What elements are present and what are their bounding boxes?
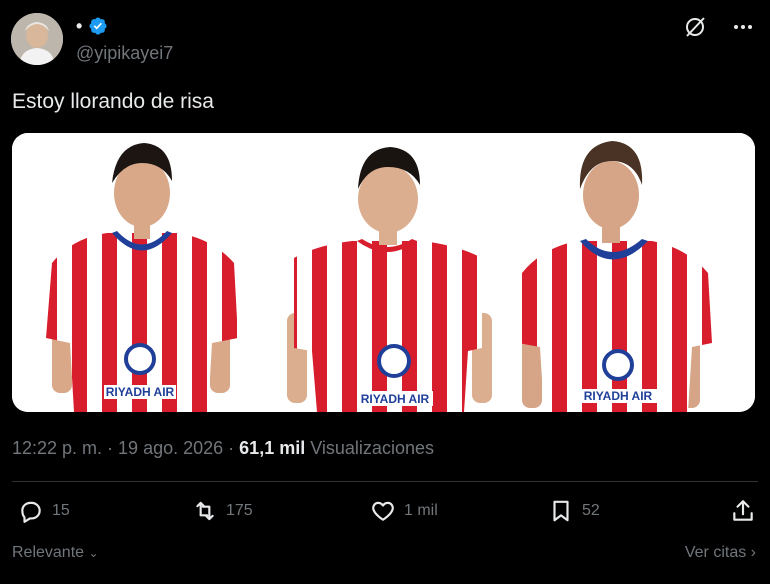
avatar-photo: [11, 13, 63, 65]
views-count: 61,1 mil: [239, 438, 306, 458]
chevron-down-icon: ⌄: [88, 546, 99, 560]
jersey-sponsor-text: RIYADH AIR: [584, 389, 653, 403]
reply-count: 15: [52, 502, 70, 519]
tweet-media-image[interactable]: RIYADH AIR RIYADH AIR RIYADH AIR: [12, 133, 755, 412]
author-display-name[interactable]: •: [76, 17, 82, 35]
action-bar: 15 175 1 mil 52: [12, 498, 756, 532]
repost-button[interactable]: 175: [192, 498, 253, 524]
chevron-right-icon: ›: [750, 544, 756, 561]
tweet-text: Estoy llorando de risa: [12, 90, 214, 113]
header-actions: [682, 14, 756, 40]
jersey-sponsor-text: RIYADH AIR: [106, 385, 175, 399]
grok-icon[interactable]: [682, 14, 708, 40]
author-name-row[interactable]: •: [76, 16, 108, 36]
bookmark-button[interactable]: 52: [548, 498, 600, 524]
reply-icon: [21, 501, 41, 523]
bookmark-icon: [553, 500, 569, 522]
sort-label: Relevante: [12, 544, 85, 561]
photo-three-football-players: RIYADH AIR RIYADH AIR RIYADH AIR: [12, 133, 755, 412]
verified-badge-icon: [89, 17, 107, 35]
view-quotes-label: Ver citas: [684, 544, 747, 561]
replies-footer: Relevante ⌄ Ver citas ›: [12, 544, 756, 568]
share-icon: [733, 500, 753, 521]
view-quotes-link[interactable]: Ver citas ›: [685, 544, 756, 562]
timestamp[interactable]: 12:22 p. m. · 19 ago. 2026 ·: [12, 438, 234, 458]
avatar[interactable]: [11, 13, 63, 65]
author-handle[interactable]: @yipikayei7: [76, 43, 173, 64]
repost-count: 175: [226, 502, 253, 519]
share-button[interactable]: [730, 498, 756, 524]
heart-icon: [372, 501, 394, 521]
like-button[interactable]: 1 mil: [370, 498, 438, 524]
sort-dropdown[interactable]: Relevante ⌄: [12, 544, 99, 562]
more-icon[interactable]: [730, 14, 756, 40]
divider: [12, 481, 758, 482]
bookmark-count: 52: [582, 502, 600, 519]
repost-icon: [196, 501, 214, 521]
tweet-meta: 12:22 p. m. · 19 ago. 2026 · 61,1 mil Vi…: [12, 438, 434, 459]
views-label: Visualizaciones: [310, 438, 434, 458]
reply-button[interactable]: 15: [18, 498, 70, 524]
like-count: 1 mil: [404, 502, 438, 519]
jersey-sponsor-text: RIYADH AIR: [361, 392, 430, 406]
